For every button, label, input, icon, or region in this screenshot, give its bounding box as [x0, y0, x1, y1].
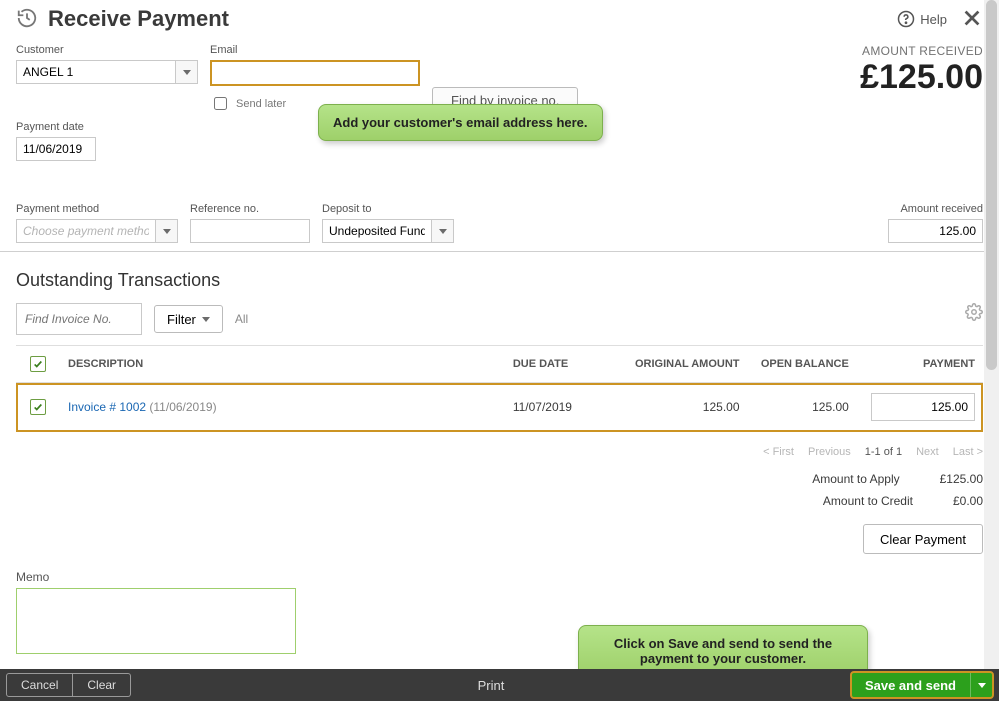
- pager-prev[interactable]: Previous: [808, 446, 851, 458]
- amount-credit-label: Amount to Credit: [823, 494, 913, 508]
- pager-next[interactable]: Next: [916, 446, 939, 458]
- deposit-label: Deposit to: [322, 203, 454, 215]
- gear-icon[interactable]: [965, 303, 983, 324]
- email-label: Email: [210, 44, 420, 56]
- amount-received-field-label: Amount received: [888, 203, 983, 215]
- payment-method-label: Payment method: [16, 203, 178, 215]
- reference-input[interactable]: [190, 219, 310, 243]
- customer-dropdown-icon[interactable]: [176, 60, 198, 84]
- save-and-send-button[interactable]: Save and send: [851, 672, 970, 698]
- select-all-checkbox[interactable]: [30, 356, 46, 372]
- filter-button[interactable]: Filter: [154, 305, 223, 333]
- payment-method-dropdown-icon[interactable]: [156, 219, 178, 243]
- due-date-cell: 11/07/2019: [505, 383, 621, 432]
- customer-select[interactable]: [16, 60, 176, 84]
- amount-received-input[interactable]: [888, 219, 983, 243]
- clear-payment-button[interactable]: Clear Payment: [863, 524, 983, 554]
- outstanding-title: Outstanding Transactions: [16, 270, 983, 291]
- col-description: DESCRIPTION: [60, 346, 505, 383]
- reference-label: Reference no.: [190, 203, 310, 215]
- table-row[interactable]: Invoice # 1002 (11/06/2019) 11/07/2019 1…: [16, 383, 983, 432]
- filter-label: Filter: [167, 312, 196, 327]
- save-dropdown-icon[interactable]: [970, 672, 993, 698]
- amount-apply-label: Amount to Apply: [812, 472, 899, 486]
- chevron-down-icon: [202, 317, 210, 322]
- clear-button[interactable]: Clear: [73, 673, 131, 697]
- cancel-button[interactable]: Cancel: [6, 673, 73, 697]
- col-payment: PAYMENT: [857, 346, 983, 383]
- col-open: OPEN BALANCE: [748, 346, 857, 383]
- vertical-scrollbar[interactable]: [984, 0, 999, 669]
- page-title: Receive Payment: [48, 6, 229, 32]
- send-later-label: Send later: [236, 98, 286, 110]
- find-invoice-input[interactable]: [16, 303, 142, 335]
- invoice-date: (11/06/2019): [149, 400, 216, 414]
- open-balance-cell: 125.00: [748, 383, 857, 432]
- help-label: Help: [920, 12, 947, 27]
- deposit-select[interactable]: [322, 219, 432, 243]
- amount-apply-value: £125.00: [940, 472, 983, 486]
- email-input[interactable]: [210, 60, 420, 86]
- pager-first[interactable]: < First: [763, 446, 794, 458]
- pager-range: 1-1 of 1: [865, 446, 902, 458]
- close-icon[interactable]: [961, 7, 983, 32]
- print-button[interactable]: Print: [478, 678, 505, 693]
- payment-method-select[interactable]: [16, 219, 156, 243]
- filter-all-label: All: [235, 312, 248, 326]
- deposit-dropdown-icon[interactable]: [432, 219, 454, 243]
- pager-last[interactable]: Last >: [953, 446, 983, 458]
- amount-received-value: £125.00: [860, 58, 983, 97]
- invoice-link[interactable]: Invoice # 1002: [68, 400, 146, 414]
- customer-label: Customer: [16, 44, 198, 56]
- memo-textarea[interactable]: [16, 588, 296, 654]
- row-checkbox[interactable]: [30, 399, 46, 415]
- col-original: ORIGINAL AMOUNT: [621, 346, 748, 383]
- col-due-date: DUE DATE: [505, 346, 621, 383]
- payment-input[interactable]: [871, 393, 975, 421]
- amount-credit-value: £0.00: [953, 494, 983, 508]
- payment-date-input[interactable]: [16, 137, 96, 161]
- email-callout: Add your customer's email address here.: [318, 104, 603, 141]
- amount-received-label: AMOUNT RECEIVED: [860, 44, 983, 58]
- orig-amount-cell: 125.00: [621, 383, 748, 432]
- help-link[interactable]: Help: [897, 10, 947, 28]
- memo-label: Memo: [16, 570, 983, 584]
- send-later-checkbox[interactable]: [214, 97, 227, 110]
- history-icon[interactable]: [16, 7, 38, 32]
